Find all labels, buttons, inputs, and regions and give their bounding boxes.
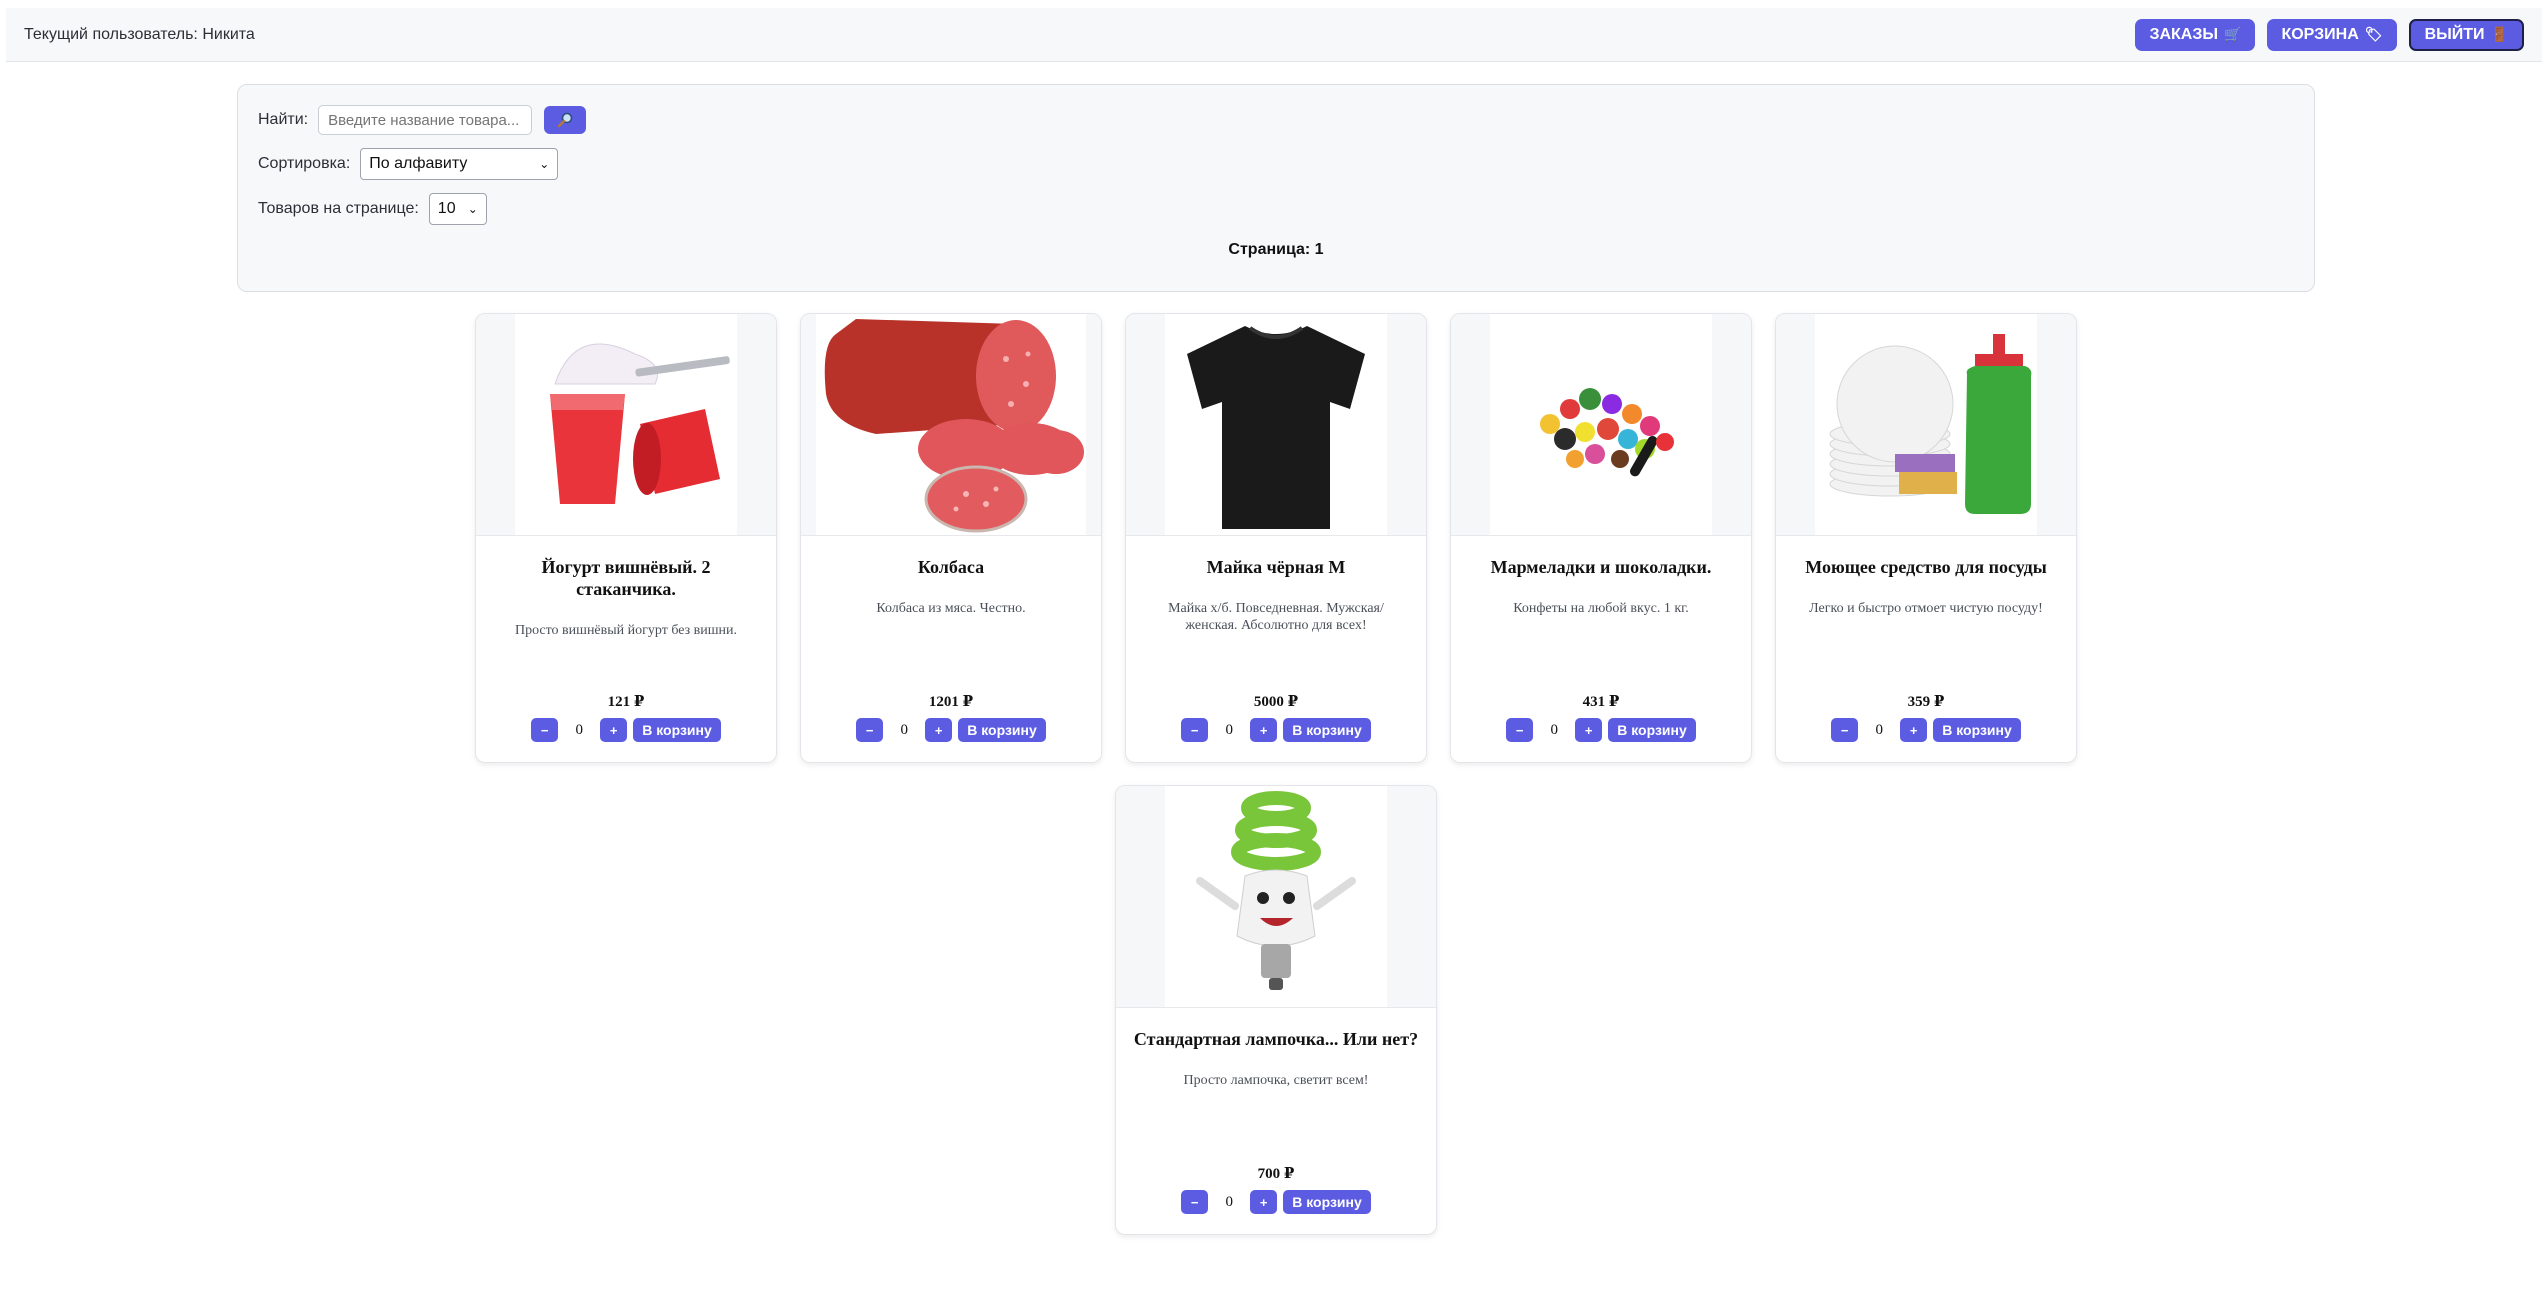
add-to-cart-button[interactable]: В корзину: [958, 718, 1046, 742]
orders-button[interactable]: ЗАКАЗЫ 🛒: [2135, 18, 2256, 51]
top-bar: Текущий пользователь: Никита ЗАКАЗЫ 🛒 КО…: [6, 8, 2542, 62]
quantity-controls: − 0 + В корзину: [476, 718, 776, 742]
product-image-area: [476, 314, 776, 536]
quantity-value: 0: [1225, 1193, 1233, 1210]
product-image-area: [801, 314, 1101, 536]
tshirt-image: [1165, 314, 1387, 535]
search-row: Найти:: [258, 105, 587, 135]
increase-button[interactable]: +: [600, 718, 628, 742]
product-title: Мармеладки и шоколадки.: [1490, 557, 1712, 577]
cart-button[interactable]: КОРЗИНА 🏷: [2267, 18, 2397, 51]
current-user-label: Текущий пользователь: Никита: [24, 25, 255, 43]
per-page-select-value: 10: [437, 200, 456, 217]
product-title: Йогурт вишнёвый. 2 стаканчика.: [541, 557, 711, 599]
increase-button[interactable]: +: [1575, 718, 1603, 742]
product-description: Просто лампочка, светит всем!: [1183, 1073, 1369, 1088]
chevron-down-icon: ⌄: [467, 202, 478, 216]
quantity-value: 0: [1875, 721, 1883, 738]
increase-button[interactable]: +: [925, 718, 953, 742]
product-title: Стандартная лампочка... Или нет?: [1133, 1029, 1419, 1049]
magnifier-icon: [557, 112, 573, 128]
cart-button-label: КОРЗИНА: [2281, 25, 2359, 43]
decrease-button[interactable]: −: [856, 718, 884, 742]
product-price: 1201 ₽: [928, 694, 974, 710]
product-title: Майка чёрная M: [1206, 557, 1346, 577]
increase-button[interactable]: +: [1900, 718, 1928, 742]
increase-button[interactable]: +: [1250, 718, 1278, 742]
decrease-button[interactable]: −: [531, 718, 559, 742]
cart-icon: 🛒: [2224, 26, 2242, 42]
per-page-label: Товаров на странице:: [258, 200, 419, 217]
product-description: Конфеты на любой вкус. 1 кг.: [1513, 601, 1689, 616]
search-label: Найти:: [258, 111, 309, 128]
add-to-cart-button[interactable]: В корзину: [1933, 718, 2021, 742]
product-price: 121 ₽: [607, 694, 645, 710]
header-actions: ЗАКАЗЫ 🛒 КОРЗИНА 🏷 ВЫЙТИ 🚪: [2135, 18, 2524, 51]
decrease-button[interactable]: −: [1181, 1190, 1209, 1214]
candies-image: [1490, 314, 1712, 535]
product-card: Майка чёрная M Майка х/б. Повседневная. …: [1125, 313, 1427, 763]
sort-select[interactable]: По алфавиту ⌄: [360, 148, 559, 180]
search-button[interactable]: [544, 106, 587, 134]
product-description: Легко и быстро отмоет чистую посуду!: [1809, 601, 2043, 616]
product-image-area: [1776, 314, 2076, 536]
quantity-controls: − 0 + В корзину: [1126, 718, 1426, 742]
product-price: 359 ₽: [1907, 694, 1945, 710]
product-price: 431 ₽: [1582, 694, 1620, 710]
door-icon: 🚪: [2490, 26, 2508, 42]
quantity-value: 0: [575, 721, 583, 738]
logout-button-label: ВЫЙТИ: [2424, 25, 2485, 43]
quantity-controls: − 0 + В корзину: [1116, 1190, 1436, 1214]
yogurt-image: [515, 314, 737, 535]
search-input[interactable]: [318, 105, 533, 135]
decrease-button[interactable]: −: [1506, 718, 1534, 742]
quantity-value: 0: [1550, 721, 1558, 738]
decrease-button[interactable]: −: [1831, 718, 1859, 742]
decrease-button[interactable]: −: [1181, 718, 1209, 742]
per-page-row: Товаров на странице: 10 ⌄: [258, 193, 487, 225]
per-page-select[interactable]: 10 ⌄: [428, 193, 487, 225]
logout-button[interactable]: ВЫЙТИ 🚪: [2408, 18, 2524, 51]
product-card: Моющее средство для посуды Легко и быстр…: [1775, 313, 2077, 763]
quantity-value: 0: [1225, 721, 1233, 738]
product-price: 5000 ₽: [1253, 694, 1299, 710]
add-to-cart-button[interactable]: В корзину: [1283, 1190, 1371, 1214]
product-card: Мармеладки и шоколадки. Конфеты на любой…: [1450, 313, 1752, 763]
quantity-controls: − 0 + В корзину: [1776, 718, 2076, 742]
dish-soap-image: [1815, 314, 2037, 535]
product-description: Майка х/б. Повседневная. Мужская/женская…: [1168, 601, 1384, 633]
product-image-area: [1116, 786, 1436, 1008]
sort-row: Сортировка: По алфавиту ⌄: [258, 148, 559, 180]
quantity-controls: − 0 + В корзину: [801, 718, 1101, 742]
lightbulb-image: [1165, 786, 1387, 1007]
sort-label: Сортировка:: [258, 155, 351, 172]
sort-select-value: По алфавиту: [369, 155, 468, 172]
product-card: Стандартная лампочка... Или нет? Просто …: [1115, 785, 1437, 1235]
product-title: Моющее средство для посуды: [1805, 557, 2047, 577]
sausage-image: [816, 314, 1086, 535]
product-description: Колбаса из мяса. Честно.: [876, 601, 1026, 616]
add-to-cart-button[interactable]: В корзину: [1283, 718, 1371, 742]
chevron-down-icon: ⌄: [539, 157, 550, 171]
product-image-area: [1126, 314, 1426, 536]
product-price: 700 ₽: [1257, 1166, 1295, 1182]
product-title: Колбаса: [917, 557, 985, 577]
product-image-area: [1451, 314, 1751, 536]
quantity-controls: − 0 + В корзину: [1451, 718, 1751, 742]
product-card: Йогурт вишнёвый. 2 стаканчика. Просто ви…: [475, 313, 777, 763]
add-to-cart-button[interactable]: В корзину: [633, 718, 721, 742]
page-indicator: Страница: 1: [1228, 241, 1324, 258]
product-card: Колбаса Колбаса из мяса. Честно. 1201 ₽ …: [800, 313, 1102, 763]
tag-icon: 🏷: [2364, 26, 2383, 42]
add-to-cart-button[interactable]: В корзину: [1608, 718, 1696, 742]
increase-button[interactable]: +: [1250, 1190, 1278, 1214]
filters-panel: Найти: Сортировка: По алфавиту ⌄ Товаров…: [237, 84, 2315, 292]
quantity-value: 0: [900, 721, 908, 738]
orders-button-label: ЗАКАЗЫ: [2149, 25, 2219, 43]
product-description: Просто вишнёвый йогурт без вишни.: [514, 623, 738, 638]
